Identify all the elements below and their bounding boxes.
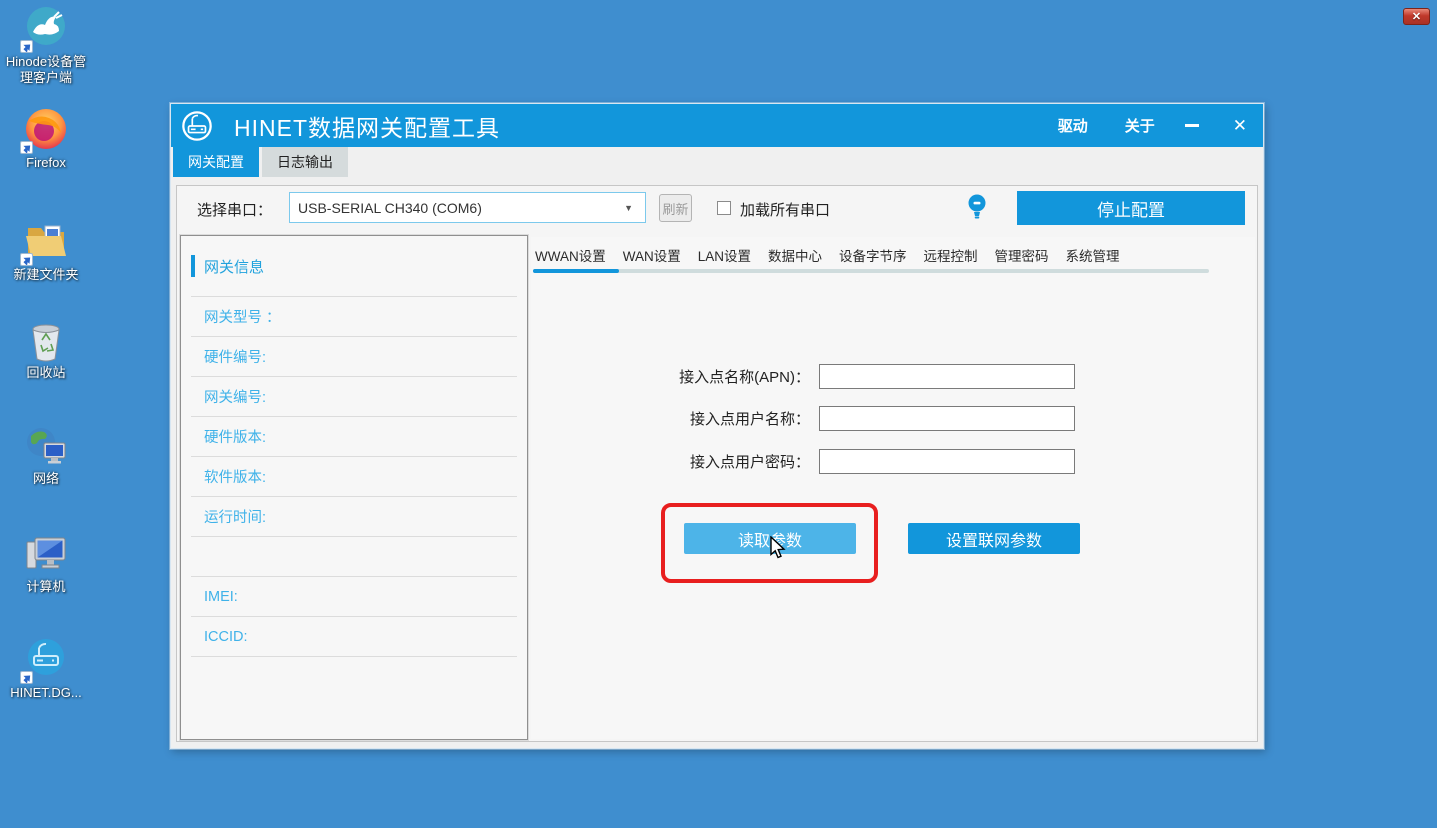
screen-close-button[interactable]: ✕ — [1403, 8, 1430, 25]
desktop-icon-firefox[interactable]: Firefox — [0, 106, 92, 171]
settings-tab-bar: WWAN设置 WAN设置 LAN设置 数据中心 设备字节序 远程控制 管理密码 … — [531, 237, 1255, 273]
info-row-gateway-id: 网关编号: — [191, 376, 517, 416]
settings-panel: WWAN设置 WAN设置 LAN设置 数据中心 设备字节序 远程控制 管理密码 … — [531, 237, 1255, 739]
hinode-client-icon — [22, 5, 70, 51]
tab-admin-password[interactable]: 管理密码 — [995, 245, 1049, 265]
tab-wwan-settings[interactable]: WWAN设置 — [535, 245, 606, 265]
shortcut-arrow-icon — [20, 671, 33, 684]
desktop-icon-label: Hinode设备管理客户端 — [0, 54, 92, 86]
folder-icon — [22, 218, 70, 264]
app-window: HINET数据网关配置工具 驱动 关于 ✕ 网关配置 日志输出 选择串口： US… — [170, 103, 1264, 749]
gateway-info-panel: 网关信息 网关型号 ： 硬件编号: 网关编号: 硬件版本: 软件版本: 运行时间… — [180, 235, 528, 740]
accent-bar — [191, 255, 195, 277]
active-tab-indicator — [533, 269, 619, 273]
apn-password-label: 接入点用户密码： — [531, 451, 819, 472]
apn-field-row: 接入点名称(APN)： — [531, 364, 1075, 389]
stop-config-button[interactable]: 停止配置 — [1017, 191, 1245, 225]
titlebar: HINET数据网关配置工具 驱动 关于 ✕ — [171, 104, 1263, 147]
info-row-software-version: 软件版本: — [191, 456, 517, 496]
firefox-icon — [22, 106, 70, 152]
info-row-blank — [191, 536, 517, 576]
serial-port-select[interactable]: USB-SERIAL CH340 (COM6) ▼ — [289, 192, 646, 223]
tab-wan-settings[interactable]: WAN设置 — [623, 245, 681, 265]
load-all-ports-checkbox[interactable] — [717, 201, 731, 215]
desktop-icon-label: HINET.DG... — [0, 685, 92, 701]
apn-username-row: 接入点用户名称： — [531, 406, 1075, 431]
tab-byte-order[interactable]: 设备字节序 — [839, 245, 907, 265]
apn-username-input[interactable] — [819, 406, 1075, 431]
desktop-icon-recycle-bin[interactable]: 回收站 — [0, 322, 92, 381]
info-row-filler — [191, 656, 517, 739]
desktop-icon-label: 网络 — [0, 471, 92, 487]
apn-password-input[interactable] — [819, 449, 1075, 474]
tab-system-management[interactable]: 系统管理 — [1066, 245, 1120, 265]
set-network-params-button[interactable]: 设置联网参数 — [908, 523, 1080, 554]
hinet-dg-icon — [22, 636, 70, 682]
network-icon — [22, 426, 70, 468]
desktop-icon-label: 计算机 — [0, 579, 92, 595]
close-icon[interactable]: ✕ — [1233, 116, 1247, 136]
chevron-down-icon: ▼ — [624, 203, 645, 213]
about-button[interactable]: 关于 — [1125, 115, 1155, 136]
apn-password-row: 接入点用户密码： — [531, 449, 1075, 474]
desktop-icon-label: 新建文件夹 — [0, 267, 92, 283]
read-params-button[interactable]: 读取参数 — [684, 523, 856, 554]
refresh-button[interactable]: 刷新 — [659, 194, 692, 222]
desktop-icon-hinode-client[interactable]: Hinode设备管理客户端 — [0, 5, 92, 86]
desktop-icon-computer[interactable]: 计算机 — [0, 534, 92, 595]
apn-username-label: 接入点用户名称： — [531, 408, 819, 429]
info-row-hardware-version: 硬件版本: — [191, 416, 517, 456]
serial-port-row: 选择串口： USB-SERIAL CH340 (COM6) ▼ 刷新 加载所有串… — [177, 186, 1257, 234]
window-title: HINET数据网关配置工具 — [234, 109, 500, 143]
desktop-icon-hinet-dg[interactable]: HINET.DG... — [0, 636, 92, 701]
desktop-icon-label: Firefox — [0, 155, 92, 171]
config-groupbox: 选择串口： USB-SERIAL CH340 (COM6) ▼ 刷新 加载所有串… — [176, 185, 1258, 742]
apn-input[interactable] — [819, 364, 1075, 389]
tab-remote-control[interactable]: 远程控制 — [924, 245, 978, 265]
tab-lan-settings[interactable]: LAN设置 — [698, 245, 751, 265]
computer-icon — [22, 534, 70, 576]
info-row-model: 网关型号 ： — [191, 296, 517, 336]
bulb-icon — [964, 192, 990, 222]
desktop-icon-label: 回收站 — [0, 365, 92, 381]
recycle-bin-icon — [22, 322, 70, 362]
serial-port-label: 选择串口： — [197, 199, 272, 220]
tab-data-center[interactable]: 数据中心 — [768, 245, 822, 265]
gateway-info-header: 网关信息 — [191, 236, 517, 296]
desktop-icon-new-folder[interactable]: 新建文件夹 — [0, 218, 92, 283]
info-row-hardware-id: 硬件编号: — [191, 336, 517, 376]
driver-button[interactable]: 驱动 — [1058, 115, 1088, 136]
tab-underline-track — [533, 269, 1209, 273]
tab-log-output[interactable]: 日志输出 — [262, 147, 348, 177]
apn-label: 接入点名称(APN)： — [531, 366, 819, 387]
shortcut-arrow-icon — [20, 253, 33, 266]
info-row-imei: IMEI: — [191, 576, 517, 616]
load-all-ports-label: 加载所有串口 — [740, 199, 830, 220]
info-row-iccid: ICCID: — [191, 616, 517, 656]
main-tab-bar: 网关配置 日志输出 — [173, 147, 351, 177]
tab-gateway-config[interactable]: 网关配置 — [173, 147, 259, 177]
info-row-uptime: 运行时间: — [191, 496, 517, 536]
app-logo-icon — [181, 110, 213, 142]
shortcut-arrow-icon — [20, 40, 33, 53]
shortcut-arrow-icon — [20, 141, 33, 154]
minimize-icon[interactable] — [1185, 124, 1199, 127]
desktop-icon-network[interactable]: 网络 — [0, 426, 92, 487]
serial-port-value: USB-SERIAL CH340 (COM6) — [290, 200, 624, 216]
